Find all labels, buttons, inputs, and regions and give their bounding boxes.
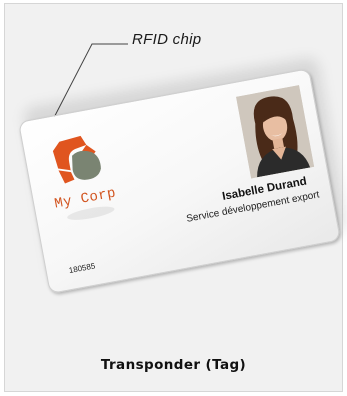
rfid-chip-label: RFID chip [132, 31, 202, 48]
my-corp-logo-icon [52, 135, 101, 184]
id-photo-icon [236, 85, 315, 179]
figure-caption: Transponder (Tag) [100, 357, 247, 373]
card-number: 180585 [68, 261, 97, 276]
